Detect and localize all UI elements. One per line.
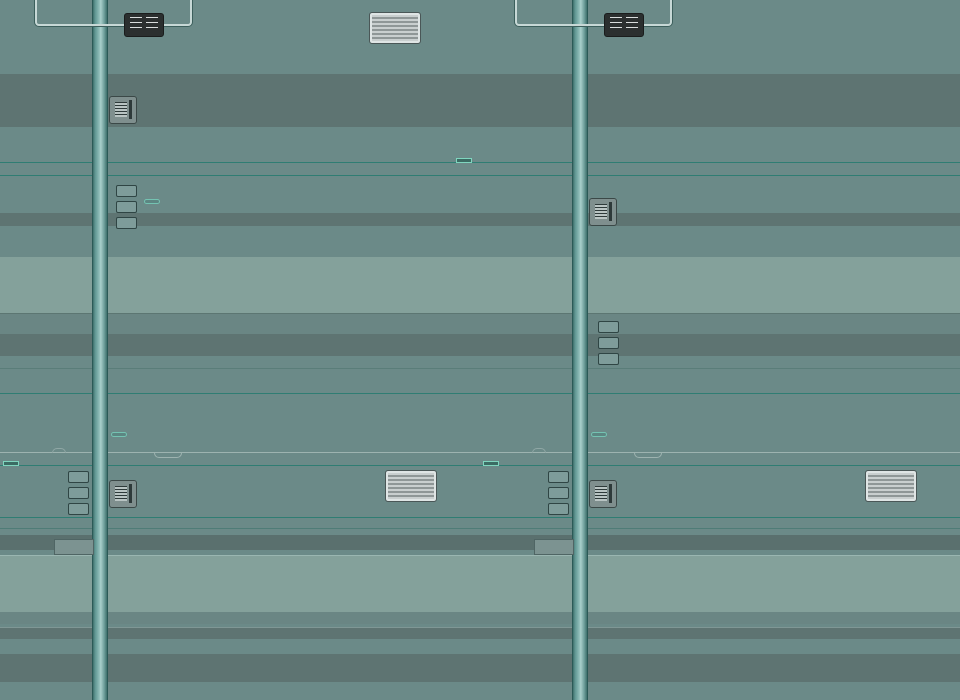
wall-band-dark-low — [0, 535, 960, 550]
wall-button-icon[interactable] — [548, 487, 569, 499]
wall-button-icon[interactable] — [68, 471, 89, 483]
wall-band-mid — [0, 314, 960, 334]
rail-hump — [52, 448, 66, 453]
indicator-light-icon — [483, 461, 499, 466]
bracket-icon — [35, 0, 192, 26]
wall-button-icon[interactable] — [68, 503, 89, 515]
wall-button-icon[interactable] — [598, 321, 619, 333]
indicator-light-icon — [111, 432, 127, 437]
wall-button-icon[interactable] — [598, 353, 619, 365]
wall-band-mid-low — [0, 612, 960, 624]
wall-band-dark-strip — [0, 213, 960, 226]
vertical-pipe-left — [92, 0, 108, 700]
wall-band-strip-low — [0, 627, 960, 639]
vent-grille-icon — [369, 12, 421, 44]
vertical-pipe-right — [572, 0, 588, 700]
wall-device-icon[interactable] — [589, 480, 617, 508]
indicator-light-icon — [3, 461, 19, 466]
rail-hump — [532, 448, 546, 453]
control-panel-icon[interactable] — [604, 13, 644, 37]
indicator-light-icon — [591, 432, 607, 437]
wall-button-icon[interactable] — [116, 201, 137, 213]
wall-band-dark-bottom — [0, 654, 960, 682]
rail-line — [0, 175, 960, 176]
rail-line — [0, 393, 960, 394]
wall-button-icon[interactable] — [548, 471, 569, 483]
rail-line — [0, 368, 960, 369]
rail-line — [0, 528, 960, 529]
wall-device-icon[interactable] — [109, 96, 137, 124]
rail-line — [0, 452, 960, 453]
bracket-icon — [515, 0, 672, 26]
wall-band-dark-mid — [0, 334, 960, 356]
wall-button-icon[interactable] — [598, 337, 619, 349]
vent-grille-icon — [865, 470, 917, 502]
wall-band-dark-top — [0, 74, 960, 127]
rail-line — [0, 517, 960, 518]
indicator-light-icon — [144, 199, 160, 204]
wall-band-light-low — [0, 555, 960, 613]
rail-line — [0, 465, 960, 466]
rail-notch — [634, 453, 662, 458]
rail-notch — [154, 453, 182, 458]
wall-button-icon[interactable] — [68, 487, 89, 499]
indicator-light-icon — [456, 158, 472, 163]
wall-band-light — [0, 257, 960, 314]
vent-grille-icon — [385, 470, 437, 502]
wall-button-icon[interactable] — [548, 503, 569, 515]
wall-tab — [54, 539, 94, 555]
control-panel-icon[interactable] — [124, 13, 164, 37]
wall-device-icon[interactable] — [589, 198, 617, 226]
wall-tab — [534, 539, 574, 555]
wall-button-icon[interactable] — [116, 185, 137, 197]
wall-device-icon[interactable] — [109, 480, 137, 508]
wall-button-icon[interactable] — [116, 217, 137, 229]
rail-line — [0, 162, 960, 163]
